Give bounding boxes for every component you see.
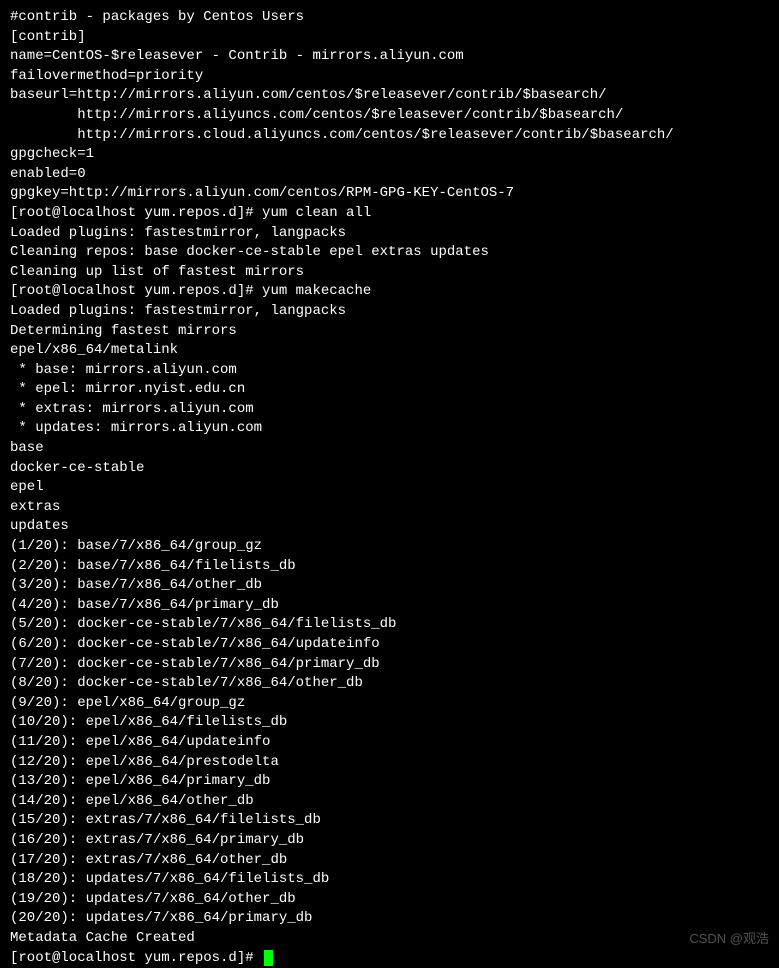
terminal-line: failovermethod=priority bbox=[10, 67, 769, 87]
terminal-output[interactable]: #contrib - packages by Centos Users[cont… bbox=[10, 8, 769, 968]
cursor-icon bbox=[264, 950, 273, 966]
terminal-line: extras bbox=[10, 498, 769, 518]
terminal-line: Metadata Cache Created bbox=[10, 929, 769, 949]
terminal-line: (7/20): docker-ce-stable/7/x86_64/primar… bbox=[10, 655, 769, 675]
terminal-line: (6/20): docker-ce-stable/7/x86_64/update… bbox=[10, 635, 769, 655]
terminal-line: docker-ce-stable bbox=[10, 459, 769, 479]
terminal-line: gpgkey=http://mirrors.aliyun.com/centos/… bbox=[10, 184, 769, 204]
terminal-line: gpgcheck=1 bbox=[10, 145, 769, 165]
terminal-line: [contrib] bbox=[10, 28, 769, 48]
terminal-line: [root@localhost yum.repos.d]# yum clean … bbox=[10, 204, 769, 224]
terminal-line: (16/20): extras/7/x86_64/primary_db bbox=[10, 831, 769, 851]
terminal-line: (13/20): epel/x86_64/primary_db bbox=[10, 772, 769, 792]
terminal-line: (17/20): extras/7/x86_64/other_db bbox=[10, 851, 769, 871]
terminal-line: Cleaning up list of fastest mirrors bbox=[10, 263, 769, 283]
terminal-line: (12/20): epel/x86_64/prestodelta bbox=[10, 753, 769, 773]
watermark-text: CSDN @观浩 bbox=[689, 930, 769, 948]
terminal-line: (14/20): epel/x86_64/other_db bbox=[10, 792, 769, 812]
terminal-line: (1/20): base/7/x86_64/group_gz bbox=[10, 537, 769, 557]
terminal-line: epel/x86_64/metalink bbox=[10, 341, 769, 361]
terminal-line: [root@localhost yum.repos.d]# yum makeca… bbox=[10, 282, 769, 302]
terminal-line: (11/20): epel/x86_64/updateinfo bbox=[10, 733, 769, 753]
terminal-line: Determining fastest mirrors bbox=[10, 322, 769, 342]
terminal-prompt-line[interactable]: [root@localhost yum.repos.d]# bbox=[10, 949, 769, 968]
terminal-line: (18/20): updates/7/x86_64/filelists_db bbox=[10, 870, 769, 890]
terminal-line: #contrib - packages by Centos Users bbox=[10, 8, 769, 28]
terminal-line: (19/20): updates/7/x86_64/other_db bbox=[10, 890, 769, 910]
terminal-line: http://mirrors.cloud.aliyuncs.com/centos… bbox=[10, 126, 769, 146]
terminal-line: epel bbox=[10, 478, 769, 498]
terminal-line: Loaded plugins: fastestmirror, langpacks bbox=[10, 302, 769, 322]
terminal-line: (15/20): extras/7/x86_64/filelists_db bbox=[10, 811, 769, 831]
terminal-line: * updates: mirrors.aliyun.com bbox=[10, 419, 769, 439]
terminal-line: (3/20): base/7/x86_64/other_db bbox=[10, 576, 769, 596]
terminal-line: (8/20): docker-ce-stable/7/x86_64/other_… bbox=[10, 674, 769, 694]
terminal-line: (20/20): updates/7/x86_64/primary_db bbox=[10, 909, 769, 929]
terminal-line: * epel: mirror.nyist.edu.cn bbox=[10, 380, 769, 400]
terminal-line: Loaded plugins: fastestmirror, langpacks bbox=[10, 224, 769, 244]
terminal-line: updates bbox=[10, 517, 769, 537]
terminal-line: * extras: mirrors.aliyun.com bbox=[10, 400, 769, 420]
terminal-line: base bbox=[10, 439, 769, 459]
terminal-line: (4/20): base/7/x86_64/primary_db bbox=[10, 596, 769, 616]
terminal-line: http://mirrors.aliyuncs.com/centos/$rele… bbox=[10, 106, 769, 126]
terminal-line: enabled=0 bbox=[10, 165, 769, 185]
terminal-line: * base: mirrors.aliyun.com bbox=[10, 361, 769, 381]
terminal-line: (9/20): epel/x86_64/group_gz bbox=[10, 694, 769, 714]
terminal-line: name=CentOS-$releasever - Contrib - mirr… bbox=[10, 47, 769, 67]
terminal-line: (5/20): docker-ce-stable/7/x86_64/fileli… bbox=[10, 615, 769, 635]
terminal-line: (2/20): base/7/x86_64/filelists_db bbox=[10, 557, 769, 577]
shell-prompt: [root@localhost yum.repos.d]# bbox=[10, 950, 262, 966]
terminal-line: Cleaning repos: base docker-ce-stable ep… bbox=[10, 243, 769, 263]
terminal-line: (10/20): epel/x86_64/filelists_db bbox=[10, 713, 769, 733]
terminal-line: baseurl=http://mirrors.aliyun.com/centos… bbox=[10, 86, 769, 106]
